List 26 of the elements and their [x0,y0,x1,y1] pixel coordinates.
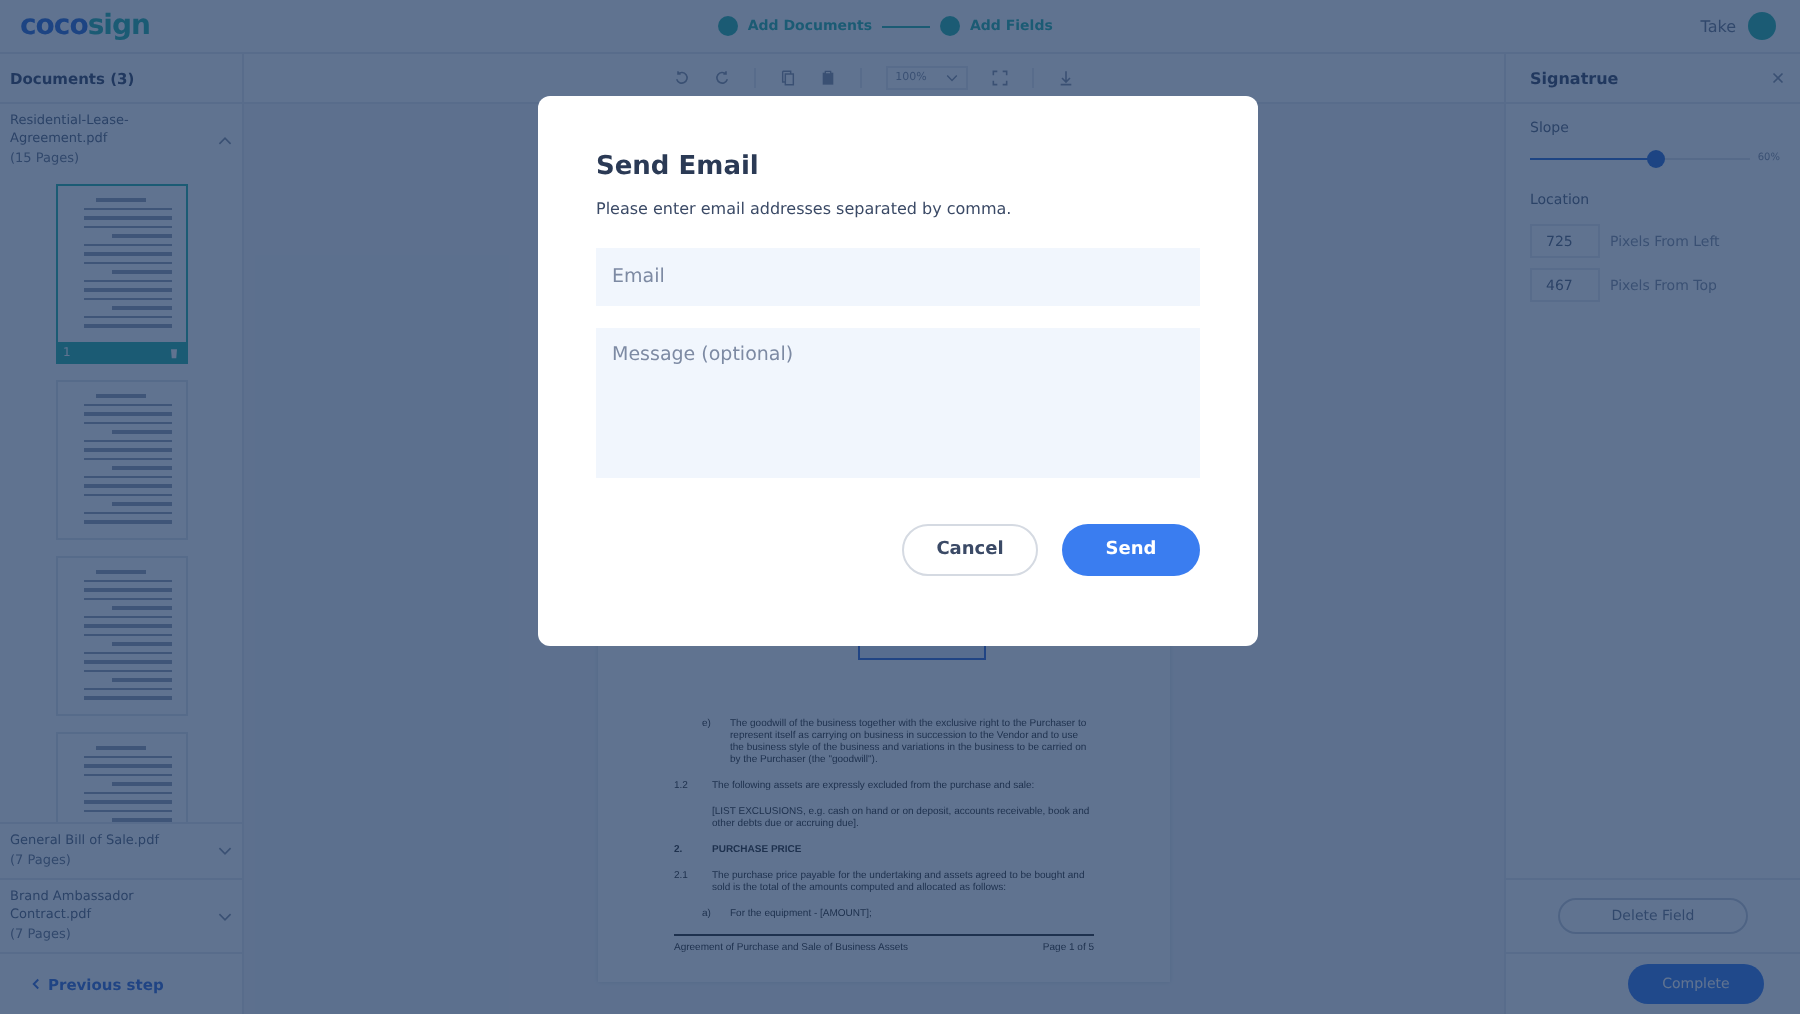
chevron-down-icon[interactable] [218,911,232,921]
panel-title: Signatrue [1530,69,1619,87]
dialog-title: Send Email [596,152,761,182]
logo: cocosign [20,10,150,42]
step-dot-icon [940,16,960,36]
paste-icon[interactable] [819,70,836,86]
message-field[interactable]: Message (optional) [596,328,1200,478]
step-dot-icon [717,16,738,36]
dialog-subtitle: Please enter email addresses separated by comma. [596,200,1014,218]
chevron-left-icon [32,978,40,990]
fullscreen-icon[interactable] [992,70,1009,86]
avatar[interactable] [1748,12,1776,40]
page-thumbnail[interactable] [55,556,187,716]
chevron-down-icon [946,74,959,82]
close-icon[interactable] [1772,72,1784,84]
chevron-up-icon[interactable] [218,135,232,145]
download-icon[interactable] [1058,70,1075,86]
cancel-button[interactable]: Cancel [902,524,1038,576]
redo-icon[interactable] [713,70,730,86]
undo-icon[interactable] [673,70,690,86]
trash-icon[interactable] [167,345,179,359]
send-button[interactable]: Send [1062,524,1200,576]
chevron-down-icon[interactable] [218,846,232,856]
copy-icon[interactable] [779,70,796,86]
email-field[interactable]: Email [596,248,1200,306]
page-thumbnail[interactable] [55,380,187,540]
